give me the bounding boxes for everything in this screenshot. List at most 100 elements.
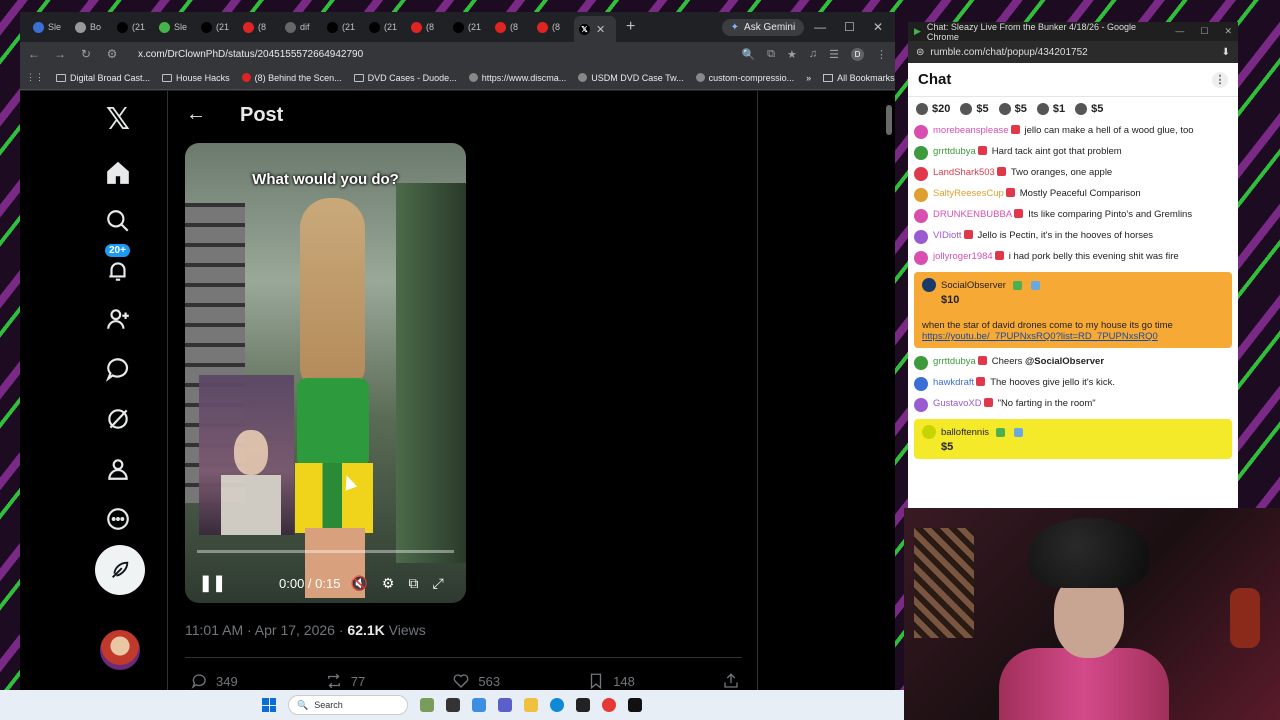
chat-username[interactable]: DRUNKENBUBBA [933, 209, 1012, 220]
app-icon[interactable] [628, 698, 642, 712]
maximize-icon[interactable]: ☐ [1200, 26, 1208, 37]
browser-tab[interactable]: (21 [448, 16, 490, 38]
store-icon[interactable] [576, 698, 590, 712]
follow-icon[interactable] [96, 297, 140, 341]
maximize-icon[interactable]: ☐ [844, 20, 855, 34]
notifications-icon[interactable]: 20+ [96, 243, 140, 293]
browser-tab[interactable]: Sle [154, 16, 196, 38]
scrollbar[interactable] [886, 105, 892, 135]
chat-mention[interactable]: @SocialObserver [1025, 356, 1104, 367]
ask-gemini-button[interactable]: ✦ Ask Gemini [721, 18, 805, 36]
reply-button[interactable]: 349 [190, 672, 238, 690]
bookmark-star-icon[interactable]: ★ [787, 48, 797, 61]
reading-list-icon[interactable]: ☰ [829, 48, 839, 61]
profile-icon[interactable] [96, 447, 140, 491]
rant-username[interactable]: SocialObserver [941, 280, 1006, 291]
bookmark-item[interactable]: House Hacks [162, 73, 230, 83]
settings-gear-icon[interactable]: ⚙ [382, 575, 395, 592]
post-timestamp[interactable]: 11:01 AM · Apr 17, 2026 · [185, 622, 347, 638]
more-bookmarks-icon[interactable]: » [806, 73, 811, 83]
bookmark-item[interactable]: (8) Behind the Scen... [241, 73, 342, 83]
site-info-icon[interactable]: ⊜ [916, 47, 924, 58]
windows-start-icon[interactable] [262, 698, 276, 712]
browser-tab[interactable]: dif [280, 16, 322, 38]
profile-avatar[interactable]: D [851, 47, 864, 61]
pinned-rant[interactable]: $20 [916, 103, 950, 115]
explore-search-icon[interactable] [96, 199, 140, 243]
browser-tab[interactable]: (21 [364, 16, 406, 38]
browser-tab[interactable]: (21 [196, 16, 238, 38]
chat-username[interactable]: GustavoXD [933, 398, 982, 409]
chat-username[interactable]: grrttdubya [933, 356, 976, 367]
mute-icon[interactable]: 🔇 [350, 575, 367, 592]
chat-username[interactable]: VIDiott [933, 230, 962, 241]
messages-icon[interactable] [96, 347, 140, 391]
install-icon[interactable]: ⧉ [767, 48, 775, 61]
reload-icon[interactable]: ↻ [80, 47, 92, 61]
browser-tab[interactable]: (8 [406, 16, 448, 38]
chat-menu-icon[interactable]: ⋮ [1212, 71, 1228, 88]
grok-icon[interactable] [96, 397, 140, 441]
close-tab-icon[interactable]: ✕ [596, 23, 605, 36]
video-progress-bar[interactable] [197, 550, 454, 553]
more-icon[interactable] [96, 497, 140, 541]
close-window-icon[interactable]: ✕ [1224, 26, 1232, 37]
browser-tab[interactable]: (21 [322, 16, 364, 38]
browser-tab[interactable]: Sle [28, 16, 70, 38]
home-icon[interactable] [96, 151, 140, 195]
pinned-rant[interactable]: $5 [998, 103, 1027, 115]
fullscreen-icon[interactable]: ⤢ [432, 575, 443, 592]
media-icon[interactable]: ♫ [809, 48, 817, 60]
bookmark-item[interactable]: custom-compressio... [695, 73, 794, 83]
bookmark-item[interactable]: Digital Broad Cast... [56, 73, 150, 83]
pip-icon[interactable]: ⧉ [408, 575, 418, 592]
apps-icon[interactable]: ⋮⋮ [26, 72, 44, 83]
like-button[interactable]: 563 [452, 672, 500, 690]
close-window-icon[interactable]: ✕ [873, 20, 883, 34]
pinned-rant[interactable]: $1 [1036, 103, 1065, 115]
forward-icon[interactable]: → [54, 47, 66, 61]
download-icon[interactable]: ⬇ [1222, 47, 1230, 58]
address-bar[interactable]: x.com/DrClownPhD/status/2045155572664942… [138, 49, 727, 60]
file-explorer-icon[interactable] [524, 698, 538, 712]
rant-link[interactable]: https://youtu.be/_7PUPNxsRQ0?list=RD_7PU… [922, 331, 1158, 342]
browser-tab[interactable]: (8 [490, 16, 532, 38]
browser-tab[interactable]: (8 [238, 16, 280, 38]
chat-username[interactable]: jollyroger1984 [933, 251, 993, 262]
rant-username[interactable]: balloftennis [941, 427, 989, 438]
x-logo-icon[interactable]: 𝕏 [96, 97, 140, 141]
chat-username[interactable]: morebeansplease [933, 125, 1009, 136]
chat-username[interactable]: grrttdubya [933, 146, 976, 157]
pinned-rant[interactable]: $5 [960, 103, 989, 115]
zoom-icon[interactable]: 🔍 [741, 48, 755, 61]
back-icon[interactable]: ← [28, 47, 40, 61]
chat-username[interactable]: SaltyReesesCup [933, 188, 1004, 199]
chat-username[interactable]: hawkdraft [933, 377, 974, 388]
browser-tab[interactable]: Bo [70, 16, 112, 38]
chat-url[interactable]: rumble.com/chat/popup/434201752 [930, 47, 1087, 58]
bookmark-item[interactable]: https://www.discma... [468, 73, 566, 83]
edge-icon[interactable] [550, 698, 564, 712]
new-tab-button[interactable]: + [626, 18, 646, 36]
chrome-icon[interactable] [602, 698, 616, 712]
pause-icon[interactable]: ❚❚ [199, 573, 226, 593]
compose-post-button[interactable] [95, 545, 145, 595]
bookmark-button[interactable]: 148 [587, 672, 635, 690]
menu-icon[interactable]: ⋮ [876, 48, 887, 61]
widgets-icon[interactable] [420, 698, 434, 712]
account-avatar[interactable] [100, 630, 140, 670]
video-player[interactable]: What would you do? ❚❚ 0:00 / 0:15 🔇 ⚙ ⧉ … [185, 143, 466, 603]
bookmark-item[interactable]: USDM DVD Case Tw... [578, 73, 684, 83]
app-icon[interactable] [472, 698, 486, 712]
all-bookmarks[interactable]: All Bookmarks [823, 73, 895, 83]
task-view-icon[interactable] [446, 698, 460, 712]
site-info-icon[interactable]: ⚙ [106, 47, 118, 61]
back-arrow-icon[interactable]: ← [186, 103, 212, 129]
active-tab[interactable]: 𝕏 ✕ [574, 16, 616, 42]
minimize-icon[interactable]: — [1175, 26, 1184, 37]
bookmark-item[interactable]: DVD Cases - Duode... [353, 73, 457, 83]
repost-button[interactable]: 77 [325, 672, 365, 690]
share-button[interactable] [722, 672, 740, 690]
browser-tab[interactable]: (8 [532, 16, 574, 38]
teams-icon[interactable] [498, 698, 512, 712]
